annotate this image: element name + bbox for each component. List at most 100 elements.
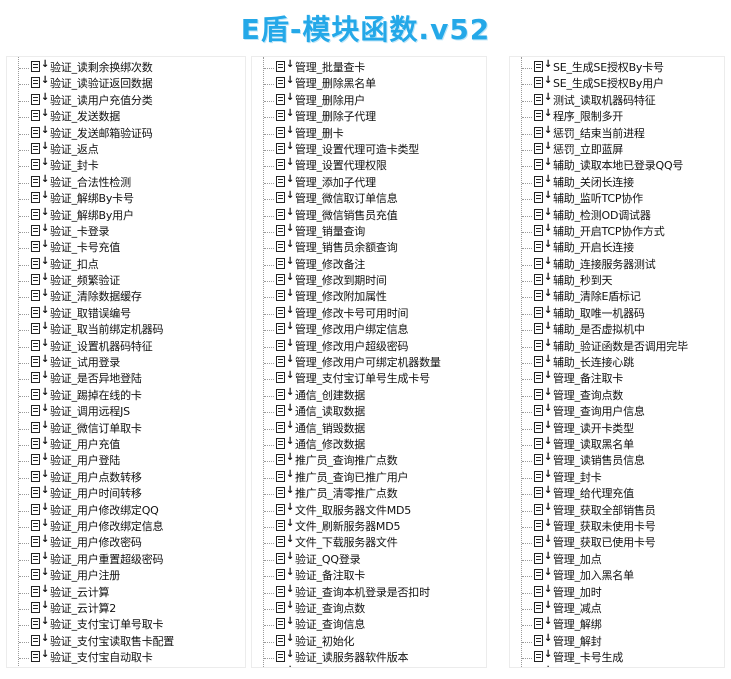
tree-item[interactable]: ↓ 管理_给代理充值 — [510, 485, 724, 502]
tree-item[interactable]: ↓ 推广员_查询已推广用户 — [252, 469, 486, 486]
tree-item[interactable]: ↓ 管理_修改用户可绑定机器数量 — [252, 354, 486, 371]
tree-item[interactable]: ↓ 管理_加入黑名单 — [510, 567, 724, 584]
tree-item[interactable]: ↓ 管理_读开卡类型 — [510, 420, 724, 437]
tree-item[interactable]: ↓ 管理_获取未使用卡号 — [510, 518, 724, 535]
tree-item[interactable]: ↓ 验证_用户时间转移 — [7, 485, 245, 502]
tree-item[interactable]: ↓ 验证_卡号充值 — [7, 239, 245, 256]
tree-item[interactable]: ↓ 管理_读取黑名单 — [510, 436, 724, 453]
tree-item[interactable]: ↓ 辅助_取唯一机器码 — [510, 305, 724, 322]
tree-item[interactable]: ↓ 管理_查询用户信息 — [510, 403, 724, 420]
tree-item[interactable]: ↓ 验证_设置机器码特征 — [7, 338, 245, 355]
tree-item[interactable]: ↓ 管理_备注取卡 — [510, 370, 724, 387]
tree-item[interactable]: ↓ 推广员_查询推广点数 — [252, 452, 486, 469]
tree-item[interactable]: ↓ 辅助_连接服务器测试 — [510, 256, 724, 273]
tree-item[interactable]: ↓ 验证_查询信息 — [252, 616, 486, 633]
tree-item[interactable]: ↓管理_扣时 — [510, 665, 724, 667]
tree-item[interactable]: ↓ 推广员_清零推广点数 — [252, 485, 486, 502]
tree-item[interactable]: ↓ 管理_获取已使用卡号 — [510, 534, 724, 551]
tree-item[interactable]: ↓ 验证_用户充值 — [7, 436, 245, 453]
tree-item[interactable]: ↓ 验证_合法性检测 — [7, 174, 245, 191]
tree-item[interactable]: ↓ 管理_删卡 — [252, 125, 486, 142]
tree-item[interactable]: ↓ 管理_设置代理权限 — [252, 157, 486, 174]
tree-item[interactable]: ↓ 管理_获取全部销售员 — [510, 502, 724, 519]
tree-item[interactable]: ↓ 验证_取错误编号 — [7, 305, 245, 322]
tree-item[interactable]: ↓ 管理_微信销售员充值 — [252, 207, 486, 224]
tree-item[interactable]: ↓ 辅助_关闭长连接 — [510, 174, 724, 191]
tree-item[interactable]: ↓ 验证_支付宝读取售卡配置 — [7, 633, 245, 650]
tree-item[interactable]: ↓ 管理_删除黑名单 — [252, 75, 486, 92]
tree-item[interactable]: ↓ 通信_创建数据 — [252, 387, 486, 404]
module-tree-panel-2[interactable]: ↓ 管理_批量查卡 ↓ 管理_删除黑名单 ↓ 管理_删除用户 ↓ 管理_删除子代理 ↓ 管理_删卡… — [251, 56, 487, 668]
tree-item[interactable]: ↓ 管理_读销售员信息 — [510, 452, 724, 469]
tree-item[interactable]: ↓ 验证_取当前绑定机器码 — [7, 321, 245, 338]
tree-item[interactable]: ↓ 辅助_监听TCP协作 — [510, 190, 724, 207]
tree-item[interactable]: ↓ 惩罚_立即蓝屏 — [510, 141, 724, 158]
tree-item[interactable]: ↓ 验证_封卡 — [7, 157, 245, 174]
tree-item[interactable]: ↓ 验证_读用户充值分类 — [7, 92, 245, 109]
tree-item[interactable]: ↓ 管理_删除子代理 — [252, 108, 486, 125]
tree-item[interactable]: ↓ 验证_用户修改绑定QQ — [7, 502, 245, 519]
tree-item[interactable]: ↓ 管理_微信取订单信息 — [252, 190, 486, 207]
tree-item[interactable]: ↓ 管理_加点 — [510, 551, 724, 568]
tree-item[interactable]: ↓ 管理_修改用户绑定信息 — [252, 321, 486, 338]
tree-item[interactable]: ↓ 管理_修改卡号可用时间 — [252, 305, 486, 322]
tree-item[interactable]: ↓ 验证_初始化 — [252, 633, 486, 650]
tree-item[interactable]: ↓ 验证_读服务器软件版本 — [252, 649, 486, 666]
tree-item[interactable]: ↓ 管理_加时 — [510, 584, 724, 601]
tree-item[interactable]: ↓ 管理_批量查卡 — [252, 59, 486, 76]
tree-item[interactable]: ↓ 管理_减点 — [510, 600, 724, 617]
tree-item[interactable]: ↓ 辅助_读取本地已登录QQ号 — [510, 157, 724, 174]
tree-item[interactable]: ↓ 管理_封卡 — [510, 469, 724, 486]
tree-item[interactable]: ↓ 管理_销量查询 — [252, 223, 486, 240]
tree-item[interactable]: ↓ 验证_读验证返回数据 — [7, 75, 245, 92]
tree-item[interactable]: ↓ 管理_设置代理可造卡类型 — [252, 141, 486, 158]
tree-item[interactable]: ↓ 管理_修改备注 — [252, 256, 486, 273]
tree-item[interactable]: ↓ 文件_取服务器文件MD5 — [252, 502, 486, 519]
tree-item[interactable]: ↓ 验证_支付宝订单号取卡 — [7, 616, 245, 633]
tree-item[interactable]: ↓ 验证_返点 — [7, 141, 245, 158]
tree-item[interactable]: ↓ 验证_查询点数 — [252, 600, 486, 617]
tree-item[interactable]: ↓ 验证_备注取卡 — [252, 567, 486, 584]
tree-item[interactable]: ↓验证_读服务器数据 — [252, 665, 486, 667]
tree-item[interactable]: ↓ 管理_解封 — [510, 633, 724, 650]
tree-item[interactable]: ↓ 验证_用户重置超级密码 — [7, 551, 245, 568]
tree-item[interactable]: ↓ 验证_发送数据 — [7, 108, 245, 125]
tree-item[interactable]: ↓ 验证_支付宝自动取卡 — [7, 649, 245, 666]
tree-item[interactable]: ↓ 验证_扣点 — [7, 256, 245, 273]
tree-item[interactable]: ↓ 辅助_是否虚拟机中 — [510, 321, 724, 338]
tree-item[interactable]: ↓ 管理_修改附加属性 — [252, 288, 486, 305]
tree-item[interactable]: ↓ 辅助_长连接心跳 — [510, 354, 724, 371]
tree-item[interactable]: ↓ 辅助_开启长连接 — [510, 239, 724, 256]
tree-item[interactable]: ↓ 辅助_秒到天 — [510, 272, 724, 289]
tree-item[interactable]: ↓ 文件_下载服务器文件 — [252, 534, 486, 551]
tree-item[interactable]: ↓ 辅助_开启TCP协作方式 — [510, 223, 724, 240]
tree-item[interactable]: ↓ 验证_是否异地登陆 — [7, 370, 245, 387]
tree-item[interactable]: ↓ 验证_解绑By卡号 — [7, 190, 245, 207]
tree-item[interactable]: ↓ 验证_QQ登录 — [252, 551, 486, 568]
tree-item[interactable]: ↓ 验证_读剩余换绑次数 — [7, 59, 245, 76]
tree-item[interactable]: ↓ 管理_查询点数 — [510, 387, 724, 404]
tree-item[interactable]: ↓ 验证_卡登录 — [7, 223, 245, 240]
tree-item[interactable]: ↓ 文件_刷新服务器MD5 — [252, 518, 486, 535]
tree-item[interactable]: ↓ 辅助_清除E盾标记 — [510, 288, 724, 305]
tree-item[interactable]: ↓ 验证_发送邮箱验证码 — [7, 125, 245, 142]
tree-item[interactable]: ↓ 管理_销售员余额查询 — [252, 239, 486, 256]
tree-item[interactable]: ↓ 验证_解绑By用户 — [7, 207, 245, 224]
tree-item[interactable]: ↓ 验证_调用远程JS — [7, 403, 245, 420]
tree-item[interactable]: ↓ 验证_用户修改绑定信息 — [7, 518, 245, 535]
tree-item[interactable]: ↓ 验证_微信订单取卡 — [7, 420, 245, 437]
tree-item[interactable]: ↓ 通信_读取数据 — [252, 403, 486, 420]
tree-item[interactable]: ↓ 程序_限制多开 — [510, 108, 724, 125]
tree-item[interactable]: ↓ 验证_清除数据缓存 — [7, 288, 245, 305]
module-tree-panel-3[interactable]: ↓ SE_生成SE授权By卡号 ↓ SE_生成SE授权By用户 ↓ 测试_读取机器码特征 ↓… — [509, 56, 725, 668]
tree-item[interactable]: ↓ 验证_频繁验证 — [7, 272, 245, 289]
tree-item[interactable]: ↓ 辅助_验证函数是否调用完毕 — [510, 338, 724, 355]
tree-item[interactable]: ↓ 管理_卡号生成 — [510, 649, 724, 666]
tree-item[interactable]: ↓ 通信_销毁数据 — [252, 420, 486, 437]
tree-item[interactable]: ↓ 测试_读取机器码特征 — [510, 92, 724, 109]
tree-item[interactable]: ↓ 验证_试用登录 — [7, 354, 245, 371]
tree-item[interactable]: ↓ 管理_支付宝订单号生成卡号 — [252, 370, 486, 387]
tree-item[interactable]: ↓ 辅助_检测OD调试器 — [510, 207, 724, 224]
tree-item[interactable]: ↓ 验证_踢掉在线的卡 — [7, 387, 245, 404]
tree-item[interactable]: ↓ 管理_添加子代理 — [252, 174, 486, 191]
